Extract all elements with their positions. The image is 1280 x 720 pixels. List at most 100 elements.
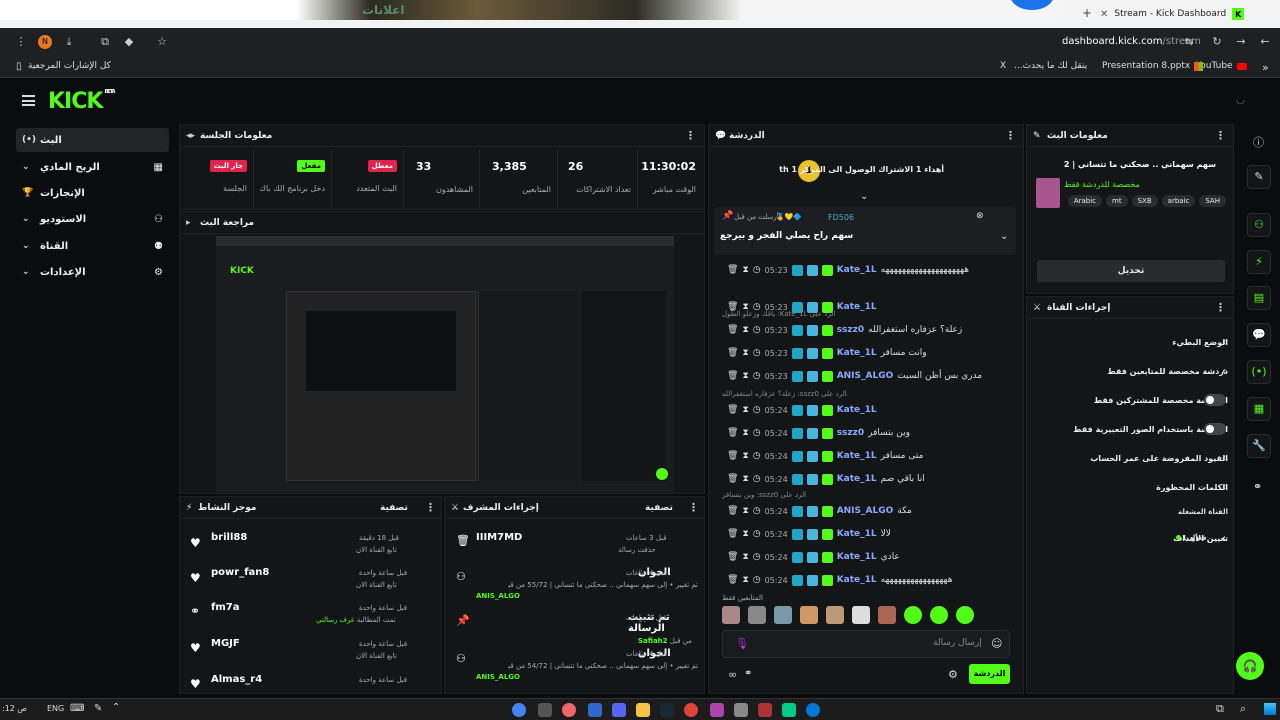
message-username[interactable]: Kate_1L <box>837 348 877 358</box>
filter-button[interactable]: تصفية <box>380 503 408 513</box>
message-username[interactable]: Kate_1L <box>837 474 877 484</box>
help-chat-button[interactable]: 🎧 <box>1236 652 1264 680</box>
download-icon[interactable]: ⤓ <box>62 35 76 49</box>
message-username[interactable]: Kate_1L <box>837 405 877 415</box>
shield-icon[interactable] <box>588 703 602 717</box>
filter-button[interactable]: تصفية <box>645 503 673 513</box>
message-username[interactable]: Kate_1L <box>837 265 877 275</box>
bookmarks-more-icon[interactable]: ▯ <box>16 61 22 72</box>
app-icon[interactable] <box>782 703 796 717</box>
bookmark-youtube[interactable]: YouTube <box>1196 61 1247 71</box>
stream-preview-video[interactable]: KICK <box>216 236 674 492</box>
send-chat-button[interactable]: الدردشة <box>969 664 1010 684</box>
share-icon[interactable]: ⚭ <box>1253 480 1262 493</box>
bookmark-star-icon[interactable]: ☆ <box>155 35 169 49</box>
chrome-icon[interactable] <box>512 703 526 717</box>
trash-icon[interactable]: 🗑 <box>727 552 738 562</box>
diamond-icon[interactable]: ◆ <box>122 35 136 49</box>
timeout-icon[interactable]: ◷ <box>753 371 761 381</box>
ban-icon[interactable]: ⧗ <box>742 325 748 335</box>
chat-message[interactable]: 🗑 ⧗ ◷ 05:24 Kate_1L <box>727 400 1017 420</box>
clipboard-icon[interactable]: ▤ <box>1247 286 1271 310</box>
live-icon[interactable]: (•) <box>1247 360 1271 384</box>
bolt-icon[interactable]: ⚡ <box>1247 250 1271 274</box>
message-username[interactable]: ANIS_ALGO <box>837 506 894 516</box>
trash-icon[interactable]: 🗑 <box>727 371 738 381</box>
more-icon[interactable]: ⋮ <box>1215 301 1226 314</box>
trash-icon[interactable]: 🗑 <box>727 451 738 461</box>
timeout-icon[interactable]: ◷ <box>753 529 761 539</box>
message-username[interactable]: Kate_1L <box>837 552 877 562</box>
nav-monetization[interactable]: ⌄ الربح المادي ▦ <box>16 155 169 179</box>
message-username[interactable]: ANIS_ALGO <box>837 371 894 381</box>
ban-icon[interactable]: ⧗ <box>742 371 748 381</box>
more-icon[interactable]: ⋮ <box>425 501 436 514</box>
folder-icon[interactable] <box>636 703 650 717</box>
hamburger-menu-icon[interactable] <box>22 95 35 106</box>
edge-icon[interactable] <box>806 703 820 717</box>
chat-icon[interactable]: 💬 <box>1247 323 1271 347</box>
app-icon[interactable] <box>710 703 724 717</box>
message-username[interactable]: Kate_1L <box>837 302 877 312</box>
gear-icon[interactable]: ⚙ <box>948 668 958 681</box>
ban-icon[interactable]: ⧗ <box>742 506 748 516</box>
more-icon[interactable]: ⋮ <box>1215 129 1226 142</box>
channel-option[interactable]: دردشة مخصصة للمتابعين فقط › <box>1032 360 1228 382</box>
back-icon[interactable]: ← <box>1258 35 1272 49</box>
nav-channel[interactable]: ⌄ القناة ⚉ <box>16 234 169 258</box>
reload-icon[interactable]: ↻ <box>1210 35 1224 49</box>
close-tab-icon[interactable]: ✕ <box>1100 9 1108 20</box>
studio-icon[interactable]: ⚇ <box>1247 213 1271 237</box>
bookmark-presentation[interactable]: Presentation 8.pptx <box>1102 61 1204 71</box>
chat-message[interactable]: 🗑 ⧗ ◷ 05:24 Kate_1L ههههههههههههههههه <box>727 570 1017 590</box>
bookmark-x[interactable]: X <box>1000 61 1006 71</box>
trash-icon[interactable]: 🗑 <box>727 428 738 438</box>
trash-icon[interactable]: 🗑 <box>727 405 738 415</box>
url-field[interactable]: dashboard.kick.com/stream <box>1062 36 1201 47</box>
task-view-icon[interactable]: ⧉ <box>1216 702 1224 716</box>
chat-message[interactable]: 🗑 ⧗ ◷ 05:24 ANIS_ALGO مكة <box>727 501 1017 521</box>
pinned-message[interactable]: 📌 أرسلت من قبل 🏅💛🔷 FD506 سهم راح يصلي ال… <box>714 207 1016 255</box>
chat-message[interactable]: 🗑 ⧗ ◷ 05:24 sszz0 وين بتسافر <box>727 423 1017 443</box>
share-icon[interactable]: ⚭ <box>744 668 752 679</box>
tab-kick-dashboard[interactable]: ✕ Stream - Kick Dashboard K <box>1100 5 1260 23</box>
layout-icon[interactable]: ▦ <box>1247 397 1271 421</box>
bookmarks-overflow-icon[interactable]: » <box>1262 61 1269 74</box>
goal-expand-icon[interactable]: ⌄ <box>860 191 868 202</box>
chat-input[interactable]: 🎙 إرسال رسالة ☺ <box>722 630 1010 658</box>
trash-icon[interactable]: 🗑 <box>727 506 738 516</box>
nav-settings[interactable]: ⌄ الإعدادات ⚙ <box>16 260 169 284</box>
more-icon[interactable]: ⋮ <box>688 501 699 514</box>
chat-avatars[interactable] <box>722 606 1012 628</box>
search-icon[interactable]: ⌕ <box>1240 702 1246 716</box>
timeout-icon[interactable]: ◷ <box>753 428 761 438</box>
chat-message[interactable]: 🗑 ⧗ ◷ 05:23 Kate_1L وانت مسافر <box>727 343 1017 363</box>
ban-icon[interactable]: ⧗ <box>742 348 748 358</box>
timeout-icon[interactable]: ◷ <box>753 265 761 275</box>
settings-icon[interactable] <box>538 703 552 717</box>
nav-achievements[interactable]: 🏆 الإنجازات <box>16 181 169 205</box>
message-username[interactable]: Kate_1L <box>837 575 877 585</box>
app-icon[interactable] <box>734 703 748 717</box>
message-username[interactable]: sszz0 <box>837 325 864 335</box>
info-icon[interactable]: ⓘ <box>1253 134 1264 150</box>
timeout-icon[interactable]: ◷ <box>753 325 761 335</box>
message-username[interactable]: Kate_1L <box>837 529 877 539</box>
timeout-icon[interactable]: ◷ <box>753 575 761 585</box>
bookmark-x-news[interactable]: ينقل لك ما يحدث... <box>1014 61 1087 71</box>
edit-icon[interactable]: ✎ <box>1247 165 1271 189</box>
toggle-switch[interactable] <box>1204 394 1226 406</box>
chat-message[interactable]: 🗑 ⧗ ◷ 05:24 Kate_1L عادي <box>727 547 1017 567</box>
set-goals-option[interactable]: تعيين الأهداف فعال 1 › <box>1032 527 1228 549</box>
emoji-icon[interactable]: ☺ <box>991 637 1002 650</box>
ban-icon[interactable]: ⧗ <box>742 474 748 484</box>
trash-icon[interactable]: 🗑 <box>727 529 738 539</box>
new-tab-button[interactable]: + <box>1082 6 1092 20</box>
timeout-icon[interactable]: ◷ <box>753 405 761 415</box>
site-settings-icon[interactable]: ⇆ <box>1182 35 1196 49</box>
app-icon[interactable] <box>758 703 772 717</box>
ban-icon[interactable]: ⧗ <box>742 405 748 415</box>
channel-option[interactable]: الدردشة باستخدام الصور التعبيرية فقط <box>1032 418 1228 440</box>
channel-option[interactable]: القيود المفروضة على عمر الحساب › <box>1032 447 1228 469</box>
timeout-icon[interactable]: ◷ <box>753 506 761 516</box>
